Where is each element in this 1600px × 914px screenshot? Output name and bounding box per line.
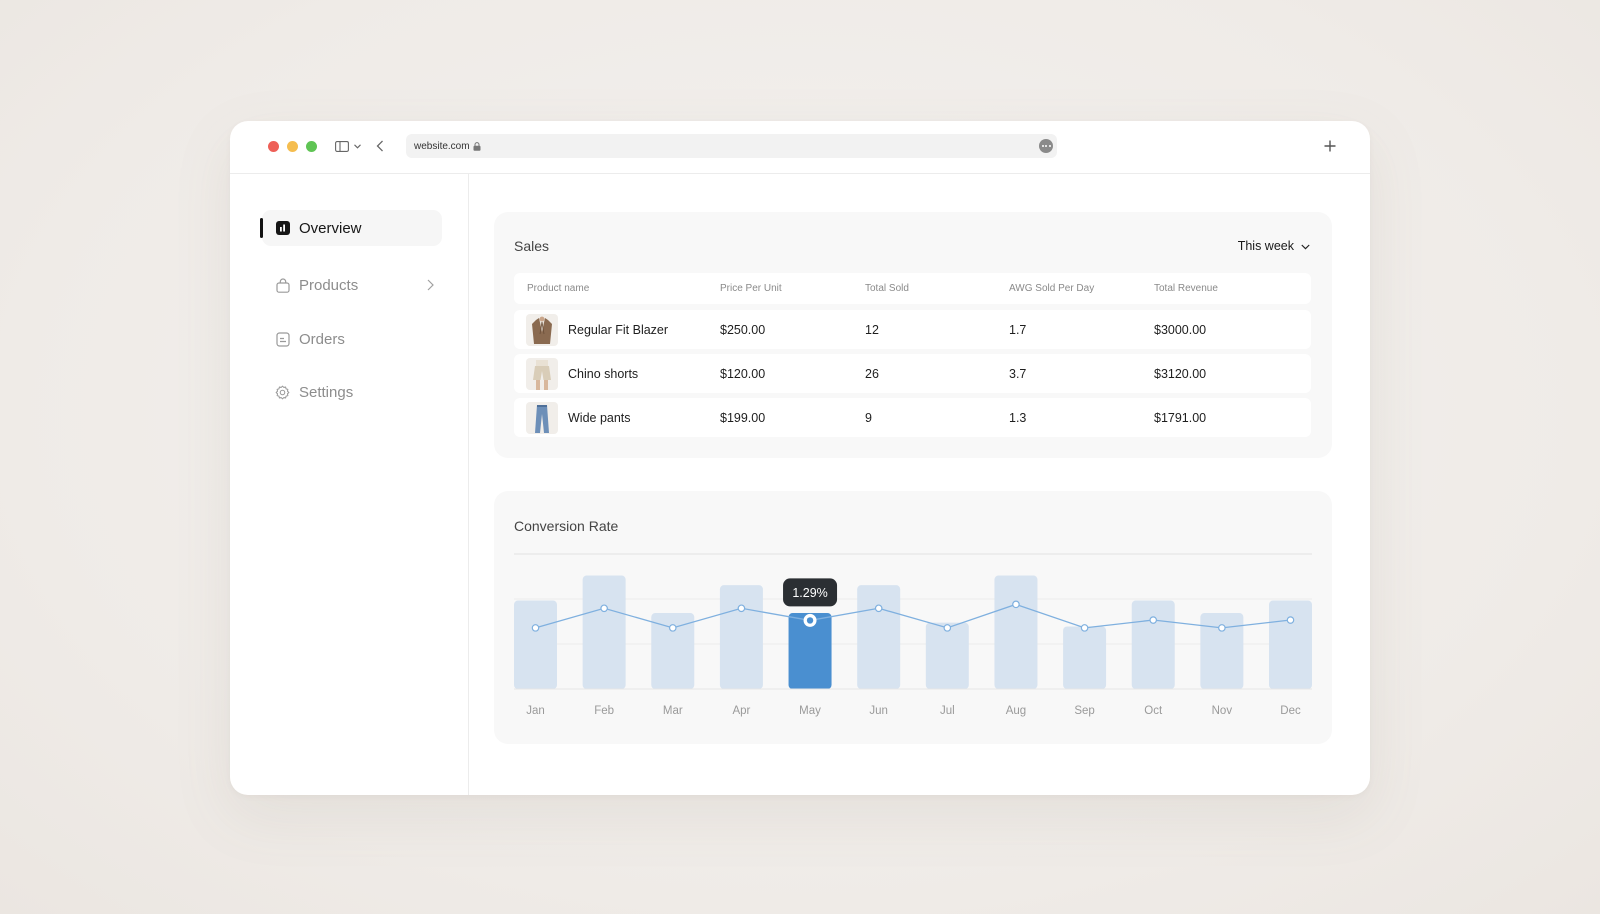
sidebar-item-label: Products: [299, 276, 359, 294]
active-point-inner: [806, 617, 814, 624]
sidebar-item-label: Overview: [299, 219, 362, 237]
sidebar-item-overview[interactable]: Overview: [260, 210, 442, 246]
back-arrow-icon[interactable]: [373, 135, 387, 157]
x-tick-label: Feb: [594, 705, 614, 717]
bar-feb: [582, 575, 626, 689]
price-cell: $199.00: [720, 410, 766, 425]
sidebar-toggle-icon[interactable]: [334, 135, 350, 157]
product-name: Chino shorts: [568, 366, 639, 381]
column-header: Price Per Unit: [720, 283, 782, 294]
line-point: [1149, 616, 1158, 624]
price-cell: $250.00: [720, 322, 766, 337]
more-options-icon[interactable]: [1039, 139, 1053, 153]
chevron-right-icon: [427, 278, 434, 295]
sidebar-item-label: Orders: [299, 330, 345, 348]
revenue-cell: $3000.00: [1154, 322, 1207, 337]
sidebar: Overview Products Orders Settings: [230, 174, 469, 795]
bag-icon: [275, 277, 290, 293]
line-point: [943, 624, 952, 632]
range-label: This week: [1237, 239, 1294, 253]
sales-card: Sales This week Product name Price Per U…: [494, 212, 1332, 458]
product-cell: Chino shorts: [526, 354, 638, 393]
x-tick-label: May: [799, 705, 821, 717]
table-row[interactable]: Chino shorts $120.00 26 3.7 $3120.00: [514, 354, 1311, 393]
shorts-thumbnail: [526, 357, 558, 390]
column-header: Total Revenue: [1154, 283, 1218, 294]
x-tick-label: Jun: [869, 705, 888, 717]
line-point: [531, 624, 540, 632]
line-point: [1012, 600, 1020, 609]
revenue-cell: $3120.00: [1154, 366, 1207, 381]
x-tick-label: Oct: [1144, 705, 1163, 717]
conversion-chart: Jan Feb Mar Apr May Jun Jul Aug Sep Oct Nov Dec 1.29…: [514, 553, 1312, 717]
revenue-cell: $1791.00: [1154, 410, 1207, 425]
url-text: website.com: [414, 140, 470, 152]
column-header: AWG Sold Per Day: [1009, 283, 1095, 294]
x-tick-label: Apr: [732, 705, 750, 717]
product-name: Regular Fit Blazer: [568, 322, 669, 337]
x-tick-label: Jan: [526, 705, 545, 717]
address-bar[interactable]: website.com: [406, 134, 1057, 158]
close-window-button[interactable]: [268, 141, 279, 152]
sidebar-item-label: Settings: [299, 383, 354, 401]
avg-cell: 3.7: [1009, 366, 1027, 381]
product-cell: Wide pants: [526, 398, 631, 437]
line-point: [668, 624, 677, 632]
bar-jun: [857, 585, 901, 689]
bar-dec: [1269, 600, 1312, 689]
x-tick-label: Aug: [1006, 705, 1026, 717]
conversion-line: [535, 603, 1291, 629]
line-point: [1218, 624, 1226, 632]
blazer-thumbnail: [526, 313, 558, 346]
new-tab-plus-icon[interactable]: [1318, 134, 1342, 158]
sidebar-item-orders[interactable]: Orders: [262, 321, 442, 357]
sales-title: Sales: [514, 238, 550, 254]
sold-cell: 9: [865, 410, 872, 425]
browser-titlebar: website.com: [230, 121, 1370, 174]
column-header: Total Sold: [865, 283, 909, 294]
line-point: [874, 604, 883, 613]
line-point: [600, 604, 608, 613]
sidebar-item-settings[interactable]: Settings: [262, 374, 442, 410]
bar-jul: [925, 622, 969, 689]
bar-jan: [514, 600, 557, 689]
receipt-icon: [275, 331, 290, 347]
x-tick-label: Mar: [663, 705, 683, 717]
maximize-window-button[interactable]: [306, 141, 317, 152]
column-header: Product name: [527, 283, 590, 294]
browser-window: website.com Overview Products Orders Set…: [230, 121, 1370, 795]
x-tick-label: Sep: [1074, 705, 1094, 717]
line-point: [1080, 624, 1089, 632]
sold-cell: 12: [865, 322, 879, 337]
avg-cell: 1.7: [1009, 322, 1027, 337]
sold-cell: 26: [865, 366, 879, 381]
gear-icon: [275, 385, 290, 400]
lock-icon: [473, 141, 481, 151]
x-tick-label: Nov: [1212, 705, 1233, 717]
bar-sep: [1063, 626, 1107, 689]
minimize-window-button[interactable]: [287, 141, 298, 152]
product-name: Wide pants: [568, 410, 631, 425]
sidebar-item-products[interactable]: Products: [262, 267, 442, 303]
pants-thumbnail: [526, 401, 558, 434]
bar-oct: [1131, 600, 1175, 689]
bar-aug: [994, 575, 1038, 689]
conversion-card: Conversion Rate Jan Feb Mar Apr May Jun Jul Aug…: [494, 491, 1332, 744]
x-tick-label: Jul: [940, 705, 955, 717]
chevron-down-icon: [1301, 239, 1310, 253]
line-point: [1286, 616, 1295, 624]
product-cell: Regular Fit Blazer: [526, 310, 668, 349]
range-dropdown[interactable]: This week: [1238, 239, 1310, 253]
table-row[interactable]: Wide pants $199.00 9 1.3 $1791.00: [514, 398, 1311, 437]
bar-apr: [719, 585, 763, 689]
tooltip-label: 1.29%: [792, 586, 827, 600]
table-header: Product name Price Per Unit Total Sold A…: [514, 273, 1311, 304]
x-tick-label: Dec: [1280, 705, 1301, 717]
chevron-down-icon[interactable]: [352, 135, 362, 157]
chart-square-icon: [275, 221, 290, 236]
table-row[interactable]: Regular Fit Blazer $250.00 12 1.7 $3000.…: [514, 310, 1311, 349]
price-cell: $120.00: [720, 366, 766, 381]
avg-cell: 1.3: [1009, 410, 1027, 425]
line-point: [737, 604, 746, 613]
